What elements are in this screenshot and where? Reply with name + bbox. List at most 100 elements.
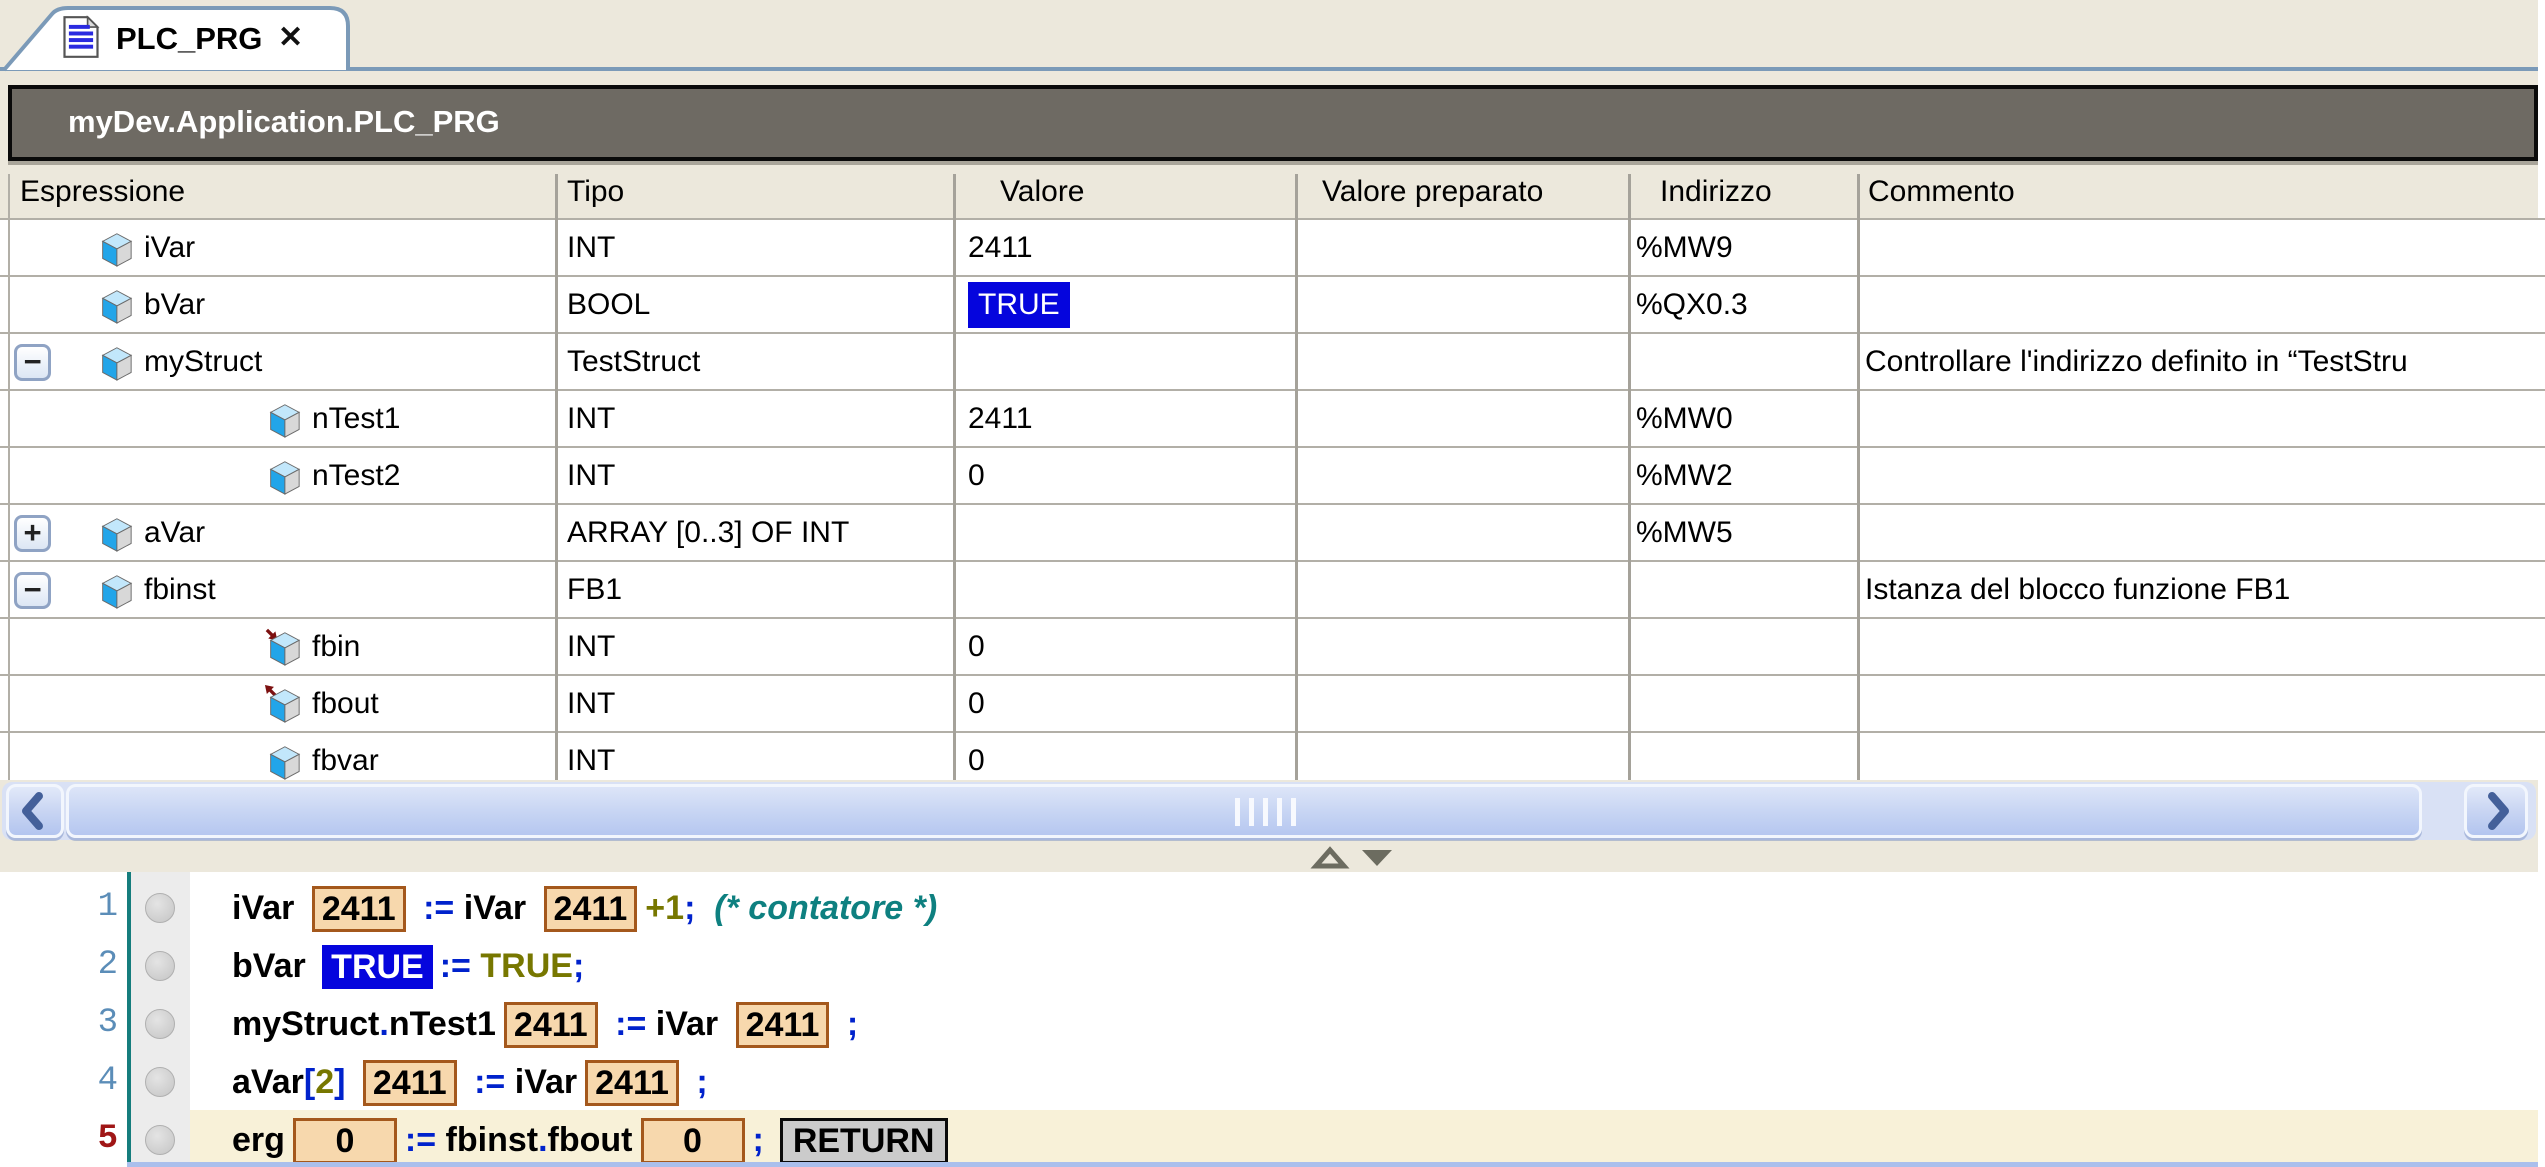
column-header-commento[interactable]: Commento — [1868, 166, 2015, 218]
type-cell: INT — [567, 220, 947, 275]
value-cell[interactable] — [968, 505, 1288, 560]
value-cell[interactable]: 0 — [968, 448, 1288, 503]
column-separator[interactable] — [555, 174, 558, 780]
type-cell: ARRAY [0..3] OF INT — [567, 505, 947, 560]
code-line-1[interactable]: 1iVar 2411 := iVar 2411+1; (* contatore … — [0, 878, 2545, 939]
code-line-5[interactable]: 5erg 0 := fbinst.fbout 0 ;RETURN — [0, 1110, 2545, 1167]
breakpoint-circle[interactable] — [145, 951, 175, 981]
expression-cell[interactable]: fbin — [10, 619, 555, 674]
table-row-fbinst[interactable]: −fbinstFB1Istanza del blocco funzione FB… — [0, 562, 2545, 619]
prepared-value-cell[interactable] — [1307, 676, 1622, 731]
collapse-button[interactable]: − — [14, 572, 51, 609]
column-header-valore[interactable]: Valore — [1000, 166, 1085, 218]
code-token: [ — [304, 1063, 315, 1102]
scroll-right-button[interactable] — [2464, 784, 2528, 838]
table-row-bVar[interactable]: bVarBOOLTRUE%QX0.3 — [0, 277, 2545, 334]
inline-value-box: 2411 — [504, 1002, 598, 1048]
inline-value-box: 2411 — [736, 1002, 830, 1048]
prepared-value-cell[interactable] — [1307, 277, 1622, 332]
inline-value-box: 0 — [293, 1118, 397, 1164]
comment-cell — [1865, 619, 2538, 674]
scrollbar-thumb[interactable] — [66, 784, 2422, 838]
prepared-value-cell[interactable] — [1307, 391, 1622, 446]
column-separator[interactable] — [953, 174, 956, 780]
input-variable-icon — [264, 627, 302, 667]
expression-cell[interactable]: iVar — [10, 220, 555, 275]
code-line-2[interactable]: 2bVar TRUE:= TRUE; — [0, 936, 2545, 997]
breakpoint-circle[interactable] — [145, 893, 175, 923]
value-cell[interactable]: TRUE — [968, 277, 1288, 332]
variable-icon — [96, 570, 134, 610]
table-row-fbvar[interactable]: fbvarINT0 — [0, 733, 2545, 780]
variable-icon — [264, 456, 302, 496]
expression-cell[interactable]: bVar — [10, 277, 555, 332]
splitter-collapse-icon[interactable] — [1316, 850, 1344, 866]
table-row-fbout[interactable]: fboutINT0 — [0, 676, 2545, 733]
collapse-button[interactable]: − — [14, 344, 51, 381]
breakpoint-circle[interactable] — [145, 1125, 175, 1155]
breakpoint-circle[interactable] — [145, 1009, 175, 1039]
prepared-value-cell[interactable] — [1307, 619, 1622, 674]
table-row-nTest2[interactable]: nTest2INT0%MW2 — [0, 448, 2545, 505]
tab-close-icon[interactable]: ✕ — [278, 10, 303, 68]
prepared-value-cell[interactable] — [1307, 334, 1622, 389]
column-header-espressione[interactable]: Espressione — [20, 166, 185, 218]
expression-cell[interactable]: −fbinst — [10, 562, 555, 617]
scroll-left-button[interactable] — [6, 784, 64, 838]
code-tokens: erg 0 := fbinst.fbout 0 ;RETURN — [232, 1110, 948, 1167]
chevron-left-icon — [9, 787, 61, 835]
table-row-fbin[interactable]: fbinINT0 — [0, 619, 2545, 676]
value-cell[interactable]: 2411 — [968, 391, 1288, 446]
expression-cell[interactable]: nTest1 — [10, 391, 555, 446]
table-row-aVar[interactable]: +aVarARRAY [0..3] OF INT%MW5 — [0, 505, 2545, 562]
expression-cell[interactable]: fbout — [10, 676, 555, 731]
code-comment: (* contatore *) — [714, 889, 937, 928]
code-line-4[interactable]: 4aVar[2] 2411 := iVar2411 ; — [0, 1052, 2545, 1113]
code-editor[interactable]: 1iVar 2411 := iVar 2411+1; (* contatore … — [0, 872, 2545, 1167]
value-cell[interactable]: 0 — [968, 733, 1288, 780]
code-token: ; — [847, 1005, 858, 1044]
code-line-3[interactable]: 3myStruct.nTest12411 := iVar 2411 ; — [0, 994, 2545, 1055]
column-header-indirizzo[interactable]: Indirizzo — [1660, 166, 1772, 218]
address-cell: %MW0 — [1636, 391, 1851, 446]
expression-label: nTest1 — [312, 391, 400, 446]
column-header-valore-preparato[interactable]: Valore preparato — [1322, 166, 1543, 218]
splitter-expand-icon[interactable] — [1362, 850, 1392, 866]
value-cell[interactable]: 0 — [968, 619, 1288, 674]
column-separator[interactable] — [1295, 174, 1298, 780]
variable-icon — [96, 342, 134, 382]
expression-label: aVar — [144, 505, 205, 560]
code-token — [345, 1063, 354, 1102]
value-cell[interactable] — [968, 334, 1288, 389]
true-value-badge: TRUE — [968, 282, 1070, 328]
expression-cell[interactable]: −myStruct — [10, 334, 555, 389]
expression-cell[interactable]: nTest2 — [10, 448, 555, 503]
column-separator[interactable] — [1628, 174, 1631, 780]
prepared-value-cell[interactable] — [1307, 733, 1622, 780]
address-cell: %QX0.3 — [1636, 277, 1851, 332]
table-row-myStruct[interactable]: −myStructTestStructControllare l'indiriz… — [0, 334, 2545, 391]
prepared-value-cell[interactable] — [1307, 448, 1622, 503]
expression-cell[interactable]: + aVar — [10, 505, 555, 560]
code-token: ; — [684, 889, 695, 928]
prepared-value-cell[interactable] — [1307, 562, 1622, 617]
expand-button[interactable]: + — [14, 515, 51, 552]
code-token: iVar — [232, 889, 304, 928]
expression-label: fbout — [312, 676, 379, 731]
column-separator[interactable] — [1857, 174, 1860, 780]
code-token — [471, 947, 480, 986]
prepared-value-cell[interactable] — [1307, 220, 1622, 275]
value-cell[interactable] — [968, 562, 1288, 617]
expression-cell[interactable]: fbvar — [10, 733, 555, 780]
line-number: 1 — [0, 878, 118, 939]
prepared-value-cell[interactable] — [1307, 505, 1622, 560]
column-header-tipo[interactable]: Tipo — [567, 166, 624, 218]
table-row-nTest1[interactable]: nTest1INT2411%MW0 — [0, 391, 2545, 448]
comment-cell — [1865, 733, 2538, 780]
address-cell — [1636, 619, 1851, 674]
breakpoint-circle[interactable] — [145, 1067, 175, 1097]
value-cell[interactable]: 0 — [968, 676, 1288, 731]
value-cell[interactable]: 2411 — [968, 220, 1288, 275]
pane-splitter[interactable] — [0, 844, 2538, 872]
table-row-iVar[interactable]: iVarINT2411%MW9 — [0, 220, 2545, 277]
